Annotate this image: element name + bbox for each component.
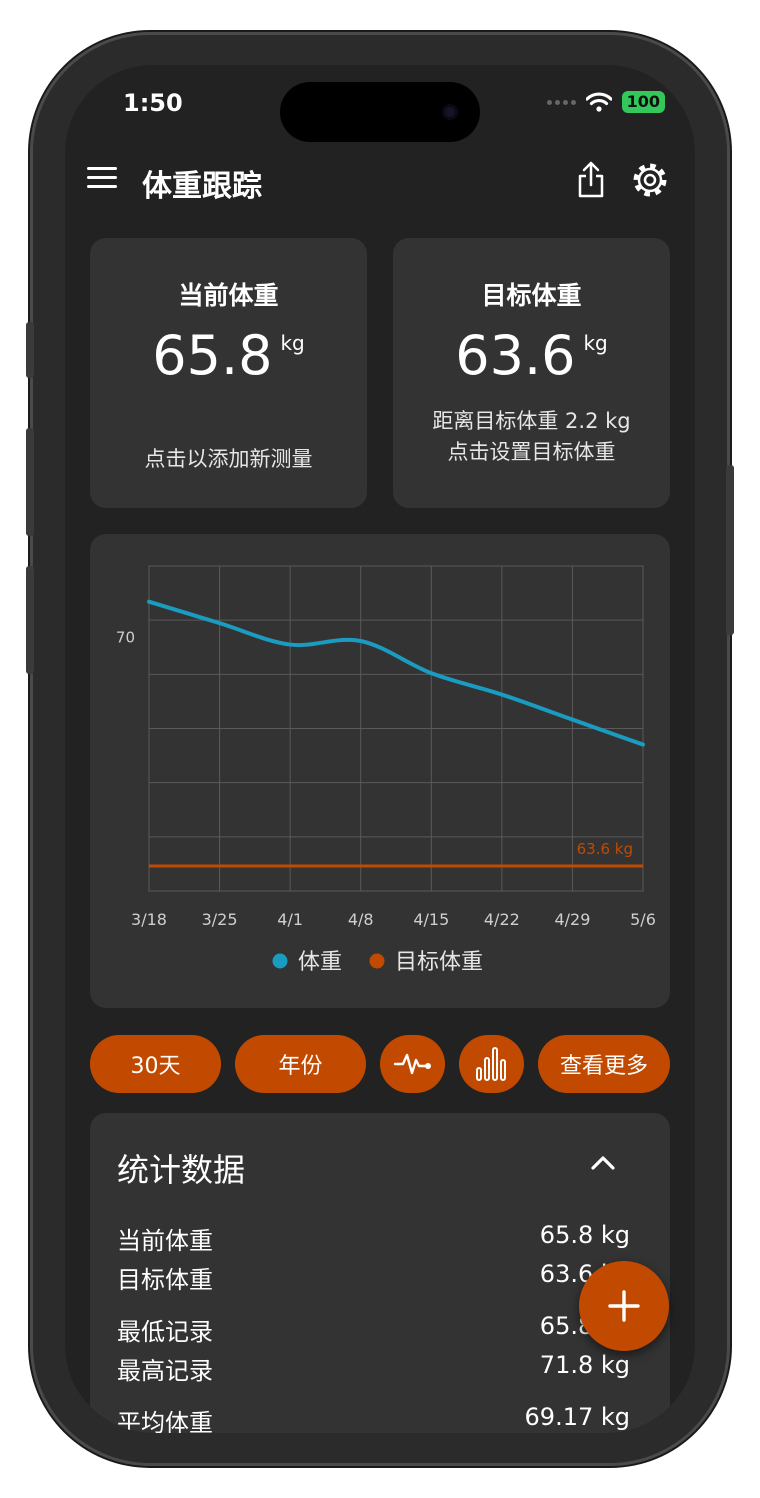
camera-icon: [442, 104, 458, 120]
wifi-icon: [585, 92, 612, 112]
phone-volume-up: [26, 428, 34, 536]
phone-side-button: [26, 322, 34, 378]
app-bar: 体重跟踪: [65, 155, 695, 205]
share-icon[interactable]: [575, 161, 607, 199]
legend-dot-target: [369, 953, 385, 969]
x-tick-label: 4/8: [348, 910, 374, 929]
target-weight-value: 63.6 kg: [393, 324, 670, 387]
pulse-icon: [393, 1053, 431, 1075]
weight-chart: 3/18 3/25 4/1 4/8 4/15 4/22 4/29 5/6 70 63.6 kg 体重…: [116, 565, 656, 975]
legend-dot-weight: [272, 953, 288, 969]
current-weight-unit: kg: [280, 331, 305, 355]
target-weight-label: 目标体重: [481, 281, 582, 310]
phone-volume-down: [26, 566, 34, 674]
view-more-button[interactable]: 查看更多: [538, 1035, 670, 1093]
stat-label: 最高记录: [117, 1357, 213, 1385]
range-30-days-button[interactable]: 30天: [90, 1035, 221, 1093]
bar-chart-view-button[interactable]: [459, 1035, 524, 1093]
target-weight-distance: 距离目标体重 2.2 kg: [432, 409, 631, 433]
statistics-title: 统计数据: [117, 1151, 246, 1189]
statistics-card: 统计数据 当前体重 65.8 kg 目标体重 63.6 kg 最低记录 65.8…: [90, 1113, 670, 1433]
stat-label: 平均体重: [117, 1409, 213, 1433]
status-time: 1:50: [123, 89, 183, 117]
x-tick-label: 3/18: [131, 910, 167, 929]
stat-value: 65.8 kg: [539, 1221, 630, 1249]
target-line-label: 63.6 kg: [577, 840, 633, 858]
current-weight-card[interactable]: 当前体重 65.8 kg 点击以添加新测量: [90, 238, 367, 508]
target-weight-hint: 点击设置目标体重: [447, 440, 616, 464]
y-tick-label: 70: [116, 628, 135, 646]
x-tick-label: 4/29: [554, 910, 590, 929]
battery-indicator: 100: [621, 91, 665, 113]
legend-label-target: 目标体重: [395, 950, 483, 975]
x-tick-label: 3/25: [202, 910, 238, 929]
stat-row-current: 当前体重 65.8 kg: [117, 1221, 630, 1256]
status-icons: 100: [546, 91, 665, 113]
x-tick-label: 4/1: [277, 910, 303, 929]
x-tick-label: 5/6: [630, 910, 656, 929]
target-weight-number: 63.6: [455, 324, 576, 387]
x-tick-label: 4/15: [413, 910, 449, 929]
screen: 1:50 100 体重跟踪 当前体重 65.8 kg 点击以添加新测量 目标体重: [65, 65, 695, 1433]
stat-label: 当前体重: [117, 1227, 213, 1255]
current-weight-number: 65.8: [152, 324, 273, 387]
legend-label-weight: 体重: [298, 950, 342, 975]
stat-value: 69.17 kg: [524, 1403, 630, 1431]
gear-icon[interactable]: [631, 161, 669, 199]
x-tick-label: 4/22: [484, 910, 520, 929]
add-measurement-button[interactable]: [579, 1261, 669, 1351]
menu-icon[interactable]: [87, 167, 117, 191]
weight-line: [147, 599, 645, 747]
trend-view-button[interactable]: [380, 1035, 445, 1093]
stat-label: 最低记录: [117, 1318, 213, 1346]
stat-row-target: 目标体重 63.6 kg: [117, 1260, 630, 1295]
plus-icon: [608, 1290, 640, 1322]
stat-value: 71.8 kg: [539, 1351, 630, 1379]
stat-row-highest: 最高记录 71.8 kg: [117, 1351, 630, 1386]
stat-row-average: 平均体重 69.17 kg: [117, 1403, 630, 1433]
app-title: 体重跟踪: [142, 169, 262, 204]
target-weight-card[interactable]: 目标体重 63.6 kg 距离目标体重 2.2 kg 点击设置目标体重: [393, 238, 670, 508]
signal-icon: [546, 99, 576, 105]
stat-row-lowest: 最低记录 65.8 kg: [117, 1312, 630, 1347]
phone-power-button: [726, 465, 734, 635]
current-weight-hint: 点击以添加新测量: [144, 447, 313, 471]
weight-chart-card: 3/18 3/25 4/1 4/8 4/15 4/22 4/29 5/6 70 63.6 kg 体重…: [90, 534, 670, 1008]
current-weight-label: 当前体重: [178, 281, 279, 310]
target-weight-unit: kg: [583, 331, 608, 355]
bar-chart-icon: [475, 1047, 506, 1081]
range-year-button[interactable]: 年份: [235, 1035, 366, 1093]
chevron-up-icon[interactable]: [590, 1153, 616, 1171]
current-weight-value: 65.8 kg: [90, 324, 367, 387]
stat-label: 目标体重: [117, 1266, 213, 1294]
dynamic-island: [280, 82, 480, 142]
